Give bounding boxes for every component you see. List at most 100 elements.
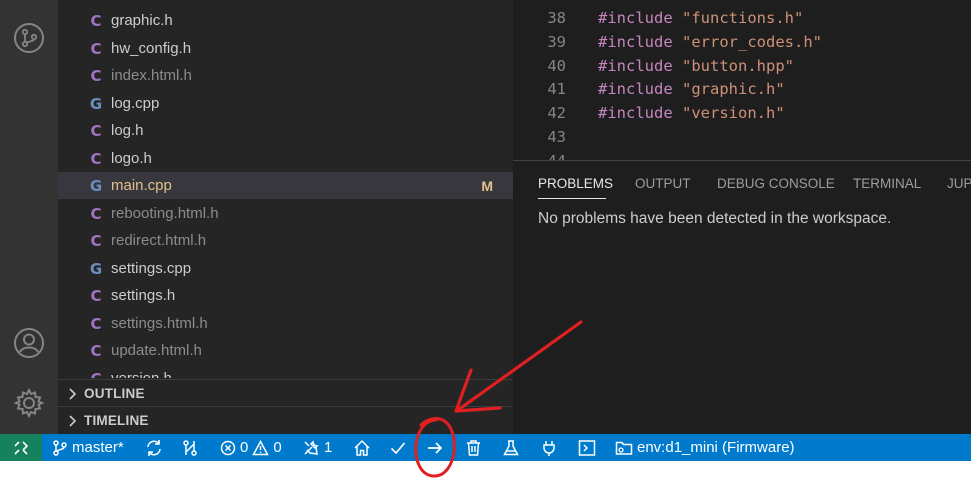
remote-icon [14,440,29,455]
cpp-file-icon: G [89,94,103,113]
check-icon [390,441,406,454]
error-icon [220,440,236,455]
code-line: 41 #include "graphic.h" [513,77,971,101]
file-row[interactable]: C index.html.h [58,62,513,89]
file-name: settings.html.h [111,315,208,332]
clean-button[interactable] [465,434,482,461]
code-line: 39 #include "error_codes.h" [513,30,971,54]
file-row[interactable]: C version.h [58,365,513,379]
cpp-file-icon: G [89,176,103,195]
branch-name: master* [72,439,124,456]
code-line: 42 #include "version.h" [513,101,971,125]
c-file-icon: C [90,39,102,58]
file-row[interactable]: G log.cpp [58,90,513,117]
preprocessor-keyword: #include [598,104,673,122]
outline-section-header[interactable]: OUTLINE [58,379,513,406]
file-row[interactable]: C redirect.html.h [58,227,513,254]
line-number: 43 [547,128,566,146]
tools-icon [304,439,319,455]
line-number: 38 [547,9,566,27]
tab-debug-console[interactable]: DEBUG CONSOLE [717,176,835,191]
file-name: rebooting.html.h [111,205,219,222]
file-row[interactable]: C settings.h [58,282,513,309]
c-file-icon: C [90,11,102,30]
file-row[interactable]: C update.html.h [58,337,513,364]
file-row[interactable]: C settings.html.h [58,310,513,337]
include-path: "error_codes.h" [682,33,822,51]
include-path: "version.h" [682,104,785,122]
settings-gear-icon[interactable] [9,383,49,423]
account-icon[interactable] [9,323,49,363]
tab-terminal[interactable]: TERMINAL [853,176,921,191]
trash-icon [467,439,480,456]
include-path: "functions.h" [682,9,804,27]
file-name: settings.cpp [111,260,192,277]
chevron-right-icon [69,415,77,427]
warning-icon [252,439,270,455]
file-row[interactable]: G settings.cpp [58,255,513,282]
compare-button[interactable] [181,434,199,461]
c-file-icon: C [88,370,104,379]
activity-bar [0,0,58,434]
code-line: 38 #include "functions.h" [513,6,971,30]
outline-title: OUTLINE [84,385,145,401]
branch-indicator[interactable]: master* [52,434,124,461]
c-file-icon: C [90,204,102,223]
code-line: 44 [513,149,971,160]
file-row[interactable]: C hw_config.h [58,35,513,62]
c-file-icon: C [90,121,102,140]
tab-output[interactable]: OUTPUT [635,176,691,191]
preprocessor-keyword: #include [598,80,673,98]
warning-count: 0 [273,439,282,456]
c-file-icon: C [90,341,102,360]
remote-button[interactable] [0,434,42,461]
page-background [0,461,971,492]
timeline-title: TIMELINE [84,412,149,428]
serial-monitor-button[interactable] [540,434,558,461]
tab-problems[interactable]: PROBLEMS [538,176,613,191]
file-name: index.html.h [111,67,192,84]
file-row[interactable]: C graphic.h [58,7,513,34]
upload-arrow-icon [428,441,443,454]
line-number: 41 [547,80,566,98]
env-switcher[interactable]: env:d1_mini (Firmware) [615,434,795,461]
file-name: hw_config.h [111,40,192,57]
line-number: 44 [547,149,566,160]
new-terminal-button[interactable] [578,434,596,461]
file-row[interactable]: C logo.h [58,145,513,172]
tab-jupyter[interactable]: JUPYTER [947,176,971,191]
code-editor[interactable]: 38 #include "functions.h" 39 #include "e… [513,0,971,160]
code-line: 43 [513,125,971,149]
task-count: 1 [324,439,333,456]
test-button[interactable] [502,434,520,461]
sync-icon [147,439,161,456]
pio-home-button[interactable] [353,434,371,461]
source-control-icon[interactable] [9,18,49,58]
active-tab-indicator [538,198,606,199]
problems-message: No problems have been detected in the wo… [538,210,892,227]
file-tree: G C graphic.h C hw_config.h C index.html… [58,0,513,378]
upload-button[interactable] [426,434,444,461]
c-file-icon: C [90,314,102,333]
line-number: 40 [547,57,566,75]
line-number: 39 [547,33,566,51]
error-count: 0 [240,439,249,456]
c-file-icon: C [90,66,102,85]
timeline-section-header[interactable]: TIMELINE [58,406,513,433]
file-name: settings.h [111,287,176,304]
preprocessor-keyword: #include [598,9,673,27]
file-name: logo.h [111,150,152,167]
problems-indicator[interactable]: 0 0 [220,434,282,461]
sync-button[interactable] [145,434,163,461]
tasks-indicator[interactable]: 1 [302,434,332,461]
include-path: "button.hpp" [682,57,794,75]
build-button[interactable] [389,434,407,461]
file-row[interactable]: C log.h [58,117,513,144]
git-modified-badge: M [481,177,493,194]
file-row[interactable]: C rebooting.html.h [58,200,513,227]
file-row-selected[interactable]: G main.cpp M [58,172,513,199]
include-path: "graphic.h" [682,80,785,98]
status-bar: master* 0 0 1 env:d1_mini (Firmware) [0,434,971,461]
file-name: log.h [111,122,144,139]
preprocessor-keyword: #include [598,33,673,51]
